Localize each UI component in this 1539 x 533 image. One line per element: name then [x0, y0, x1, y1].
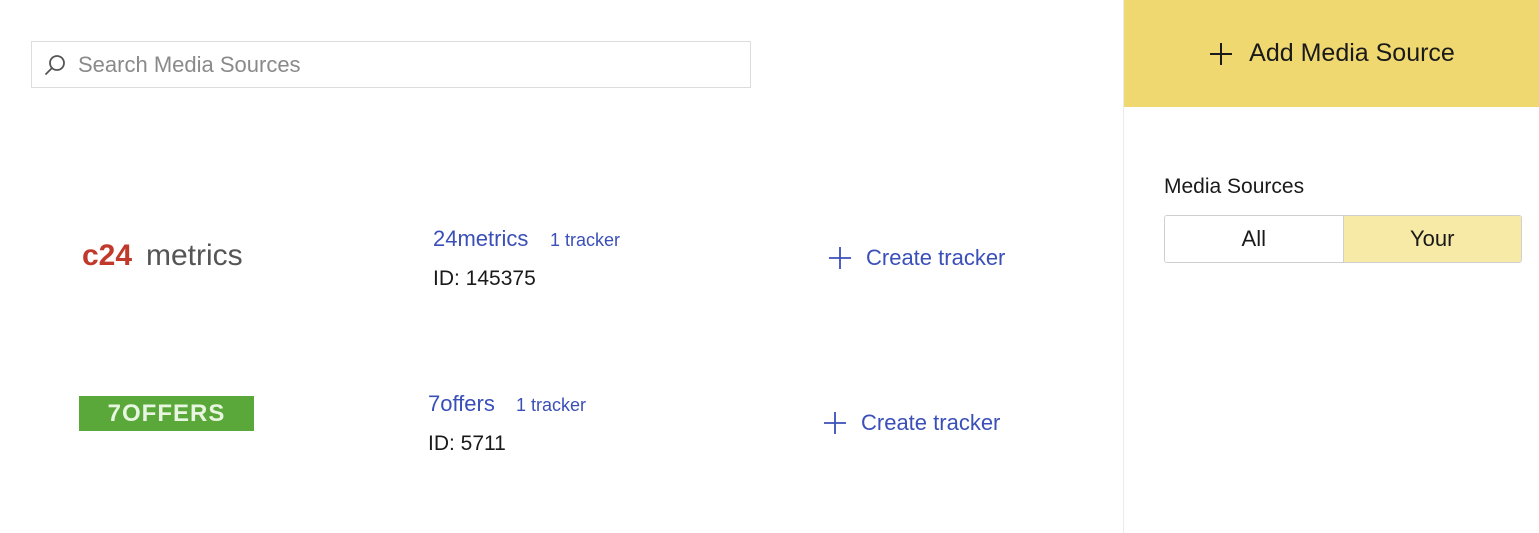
filter-option-your[interactable]: Your [1342, 216, 1521, 262]
plus-icon [824, 412, 846, 434]
add-media-source-button[interactable]: Add Media Source [1124, 0, 1539, 107]
create-tracker-label: Create tracker [861, 410, 1001, 435]
plus-icon [829, 247, 851, 269]
source-id: ID: 145375 [433, 267, 536, 290]
add-media-source-label: Add Media Source [1249, 39, 1455, 67]
source-name-link[interactable]: 7offers [428, 391, 495, 417]
tracker-count[interactable]: 1 tracker [550, 230, 620, 251]
logo-text: 7OFFERS [107, 399, 226, 427]
right-panel: Add Media Source Media Sources All Your [1123, 0, 1539, 533]
search-icon [42, 52, 68, 78]
create-tracker-button[interactable]: Create tracker [823, 410, 1000, 436]
source-logo-24metrics: c24 metrics [82, 233, 262, 278]
source-logo-7offers: 7OFFERS [79, 396, 254, 431]
create-tracker-label: Create tracker [866, 245, 1006, 270]
list-item: c24 metrics 24metrics 1 tracker ID: 1453… [0, 205, 1110, 305]
media-sources-filter-label: Media Sources [1164, 175, 1305, 198]
source-name-link[interactable]: 24metrics [433, 226, 528, 252]
list-item: 7OFFERS 7offers 1 tracker ID: 5711 Creat… [0, 370, 1110, 470]
filter-option-all[interactable]: All [1165, 216, 1343, 262]
source-id: ID: 5711 [428, 432, 506, 455]
search-input[interactable] [68, 42, 750, 87]
svg-text:metrics: metrics [146, 239, 243, 272]
logo-mark: c24 [82, 239, 132, 272]
media-sources-filter-toggle: All Your [1164, 215, 1522, 263]
create-tracker-button[interactable]: Create tracker [828, 245, 1005, 271]
tracker-count[interactable]: 1 tracker [516, 395, 586, 416]
search-box[interactable] [31, 41, 751, 88]
plus-icon [1210, 42, 1233, 65]
